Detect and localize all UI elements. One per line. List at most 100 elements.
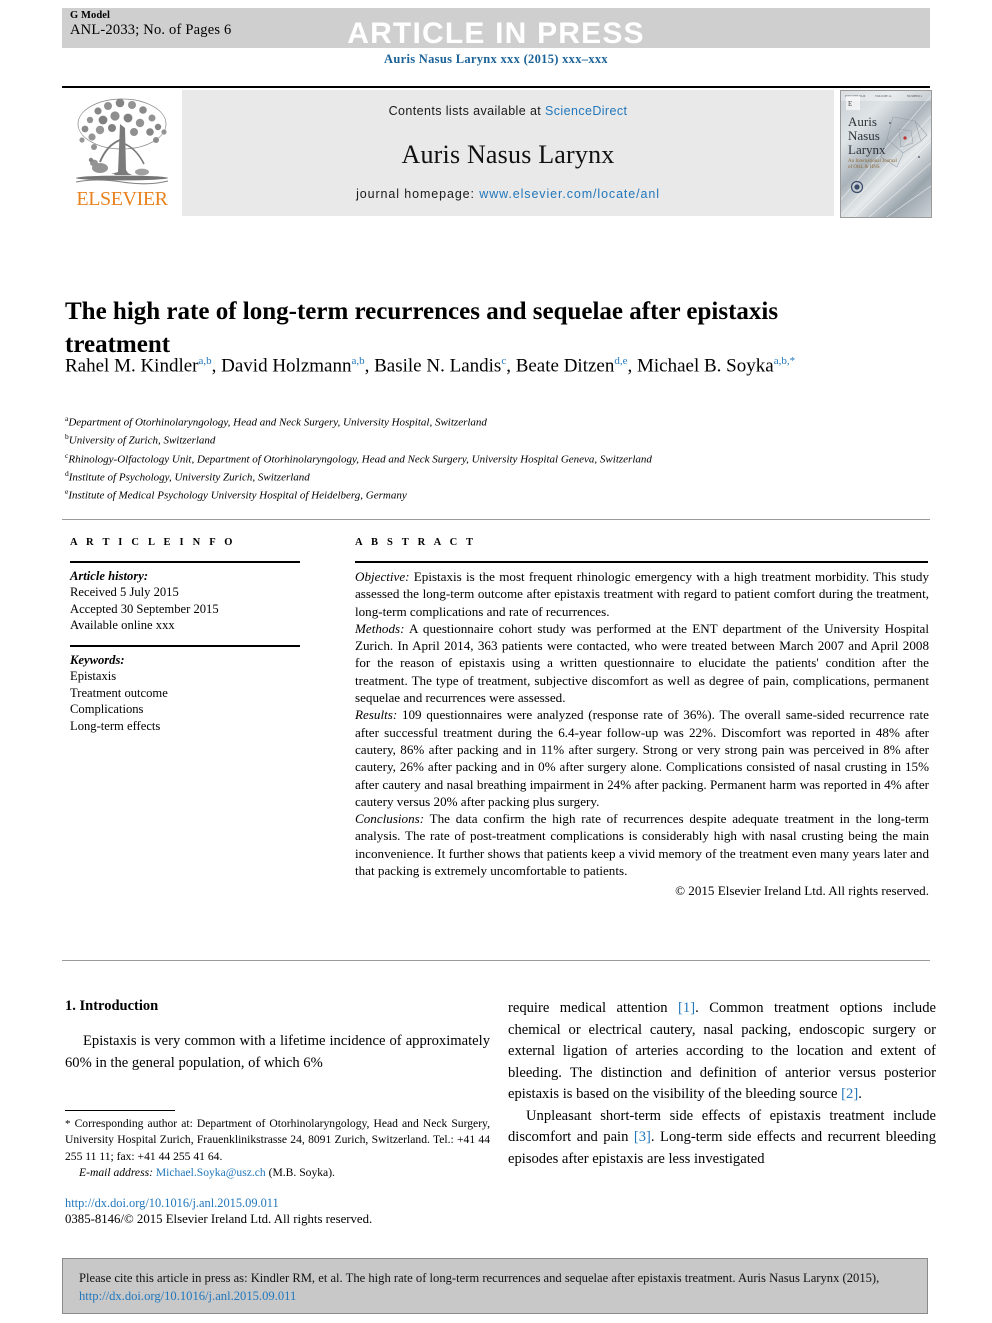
homepage-prefix: journal homepage: <box>356 187 480 201</box>
intro-right-text-c: . <box>858 1086 862 1102</box>
journal-reference: Auris Nasus Larynx xxx (2015) xxx–xxx <box>384 52 608 66</box>
keyword-item: Epistaxis <box>70 669 117 684</box>
body-column-left: 1. Introduction Epistaxis is very common… <box>65 998 490 1074</box>
cite-text: Please cite this article in press as: Ki… <box>79 1270 915 1305</box>
cite-this-article-box: Please cite this article in press as: Ki… <box>62 1258 928 1314</box>
corresponding-author-footnote: * Corresponding author at: Department of… <box>65 1116 490 1182</box>
author-sep: , <box>627 355 633 377</box>
intro-paragraph-left: Epistaxis is very common with a lifetime… <box>65 1033 490 1071</box>
affiliation-item: aDepartment of Otorhinolaryngology, Head… <box>65 412 925 430</box>
abstract-conclusions: Conclusions: The data confirm the high r… <box>355 810 929 879</box>
doi-link[interactable]: http://dx.doi.org/10.1016/j.anl.2015.09.… <box>65 1196 279 1211</box>
article-history-block: Article history: Received 5 July 2015 Ac… <box>70 568 315 634</box>
author-sep: , <box>211 355 222 377</box>
affiliation-text: Institute of Medical Psychology Universi… <box>68 489 407 502</box>
author-name: Beate Ditzen <box>515 355 615 377</box>
author-list: Rahel M. Kindlera,b, David Holzmanna,b, … <box>65 348 865 379</box>
affiliation-item: eInstitute of Medical Psychology Univers… <box>65 485 925 503</box>
sciencedirect-link[interactable]: ScienceDirect <box>545 104 627 118</box>
affiliation-item: cRhinology-Olfactology Unit, Department … <box>65 449 925 467</box>
abstract-heading: A B S T R A C T <box>355 537 477 548</box>
abstract-section-top-rule <box>62 519 930 520</box>
cover-line-2: Nasus <box>848 128 880 143</box>
elsevier-tree-icon <box>75 98 169 185</box>
article-page: ARTICLE IN PRESS G Model ANL-2033; No. o… <box>0 0 992 1323</box>
cite-text-body: Please cite this article in press as: Ki… <box>79 1271 880 1285</box>
g-model-label: G Model <box>70 10 111 21</box>
citation-ref-1[interactable]: [1] <box>678 1000 695 1016</box>
author-sep: , <box>506 355 516 377</box>
masthead-center: Contents lists available at ScienceDirec… <box>182 90 834 216</box>
elsevier-wordmark: ELSEVIER <box>76 188 168 210</box>
author-affil-marker[interactable]: a,b <box>351 355 364 367</box>
journal-title: Auris Nasus Larynx <box>401 140 615 169</box>
abstract-body: Objective: Epistaxis is the most frequen… <box>355 568 929 900</box>
contents-prefix: Contents lists available at <box>388 104 546 118</box>
cover-subtitle: An International Journal of ORL & HNS <box>848 159 897 170</box>
article-info-rule <box>70 561 300 563</box>
history-item: Received 5 July 2015 <box>70 585 179 600</box>
author-name: Basile N. Landis <box>374 355 502 377</box>
abstract-bottom-rule <box>62 960 930 961</box>
journal-masthead: ELSEVIER Contents lists available at Sci… <box>62 90 932 218</box>
author-name: Rahel M. Kindler <box>65 355 199 377</box>
footnote-rule <box>65 1110 175 1111</box>
abstract-results-text: 109 questionnaires were analyzed (respon… <box>355 707 929 809</box>
abstract-conclusions-label: Conclusions: <box>355 811 425 827</box>
affiliation-item: dInstitute of Psychology, University Zur… <box>65 467 925 485</box>
author-sep: , <box>364 355 375 377</box>
keyword-item: Long-term effects <box>70 718 161 733</box>
intro-right-text-a: require medical attention <box>508 1000 679 1016</box>
abstract-methods-label: Methods: <box>355 620 405 636</box>
affiliation-text: Institute of Psychology, University Zuri… <box>68 471 310 484</box>
author-affil-marker[interactable]: a,b,* <box>774 355 795 367</box>
cover-line-3: Larynx <box>848 142 886 157</box>
affiliation-item: bUniversity of Zurich, Switzerland <box>65 430 925 448</box>
history-item: Available online xxx <box>70 618 175 633</box>
svg-text:E: E <box>848 100 852 108</box>
keywords-block: Keywords: Epistaxis Treatment outcome Co… <box>70 652 315 734</box>
abstract-objective-label: Objective: <box>355 569 410 584</box>
article-info-heading: A R T I C L E I N F O <box>70 537 236 548</box>
abstract-methods-text: A questionnaire cohort study was perform… <box>355 620 929 706</box>
keywords-label: Keywords: <box>70 653 125 667</box>
abstract-results-label: Results: <box>355 707 398 723</box>
affiliation-text: University of Zurich, Switzerland <box>68 434 216 447</box>
elsevier-logo: ELSEVIER <box>62 90 180 216</box>
journal-homepage-line: journal homepage: www.elsevier.com/locat… <box>182 187 834 201</box>
journal-cover-thumbnail: ISSN 0385-8146VOLUME xxNUMBER x E <box>840 90 932 218</box>
keyword-item: Treatment outcome <box>70 685 168 700</box>
keywords-rule <box>70 645 300 647</box>
contents-available-line: Contents lists available at ScienceDirec… <box>182 104 834 118</box>
cite-doi-link[interactable]: http://dx.doi.org/10.1016/j.anl.2015.09.… <box>79 1289 296 1303</box>
affiliation-text: Rhinology-Olfactology Unit, Department o… <box>68 453 652 466</box>
abstract-rule <box>355 561 928 563</box>
author-name: Michael B. Soyka <box>637 355 774 377</box>
intro-paragraph-right-2: Unpleasant short-term side effects of ep… <box>508 1106 936 1171</box>
author-affil-marker[interactable]: a,b <box>199 355 212 367</box>
issn-copyright-line: 0385-8146/© 2015 Elsevier Ireland Ltd. A… <box>65 1212 373 1226</box>
intro-paragraph-right-1: require medical attention [1]. Common tr… <box>508 998 936 1106</box>
abstract-objective: Objective: Epistaxis is the most frequen… <box>355 568 929 620</box>
abstract-conclusions-text: The data confirm the high rate of recurr… <box>355 811 929 879</box>
affiliation-text: Department of Otorhinolaryngology, Head … <box>68 416 487 429</box>
abstract-copyright: © 2015 Elsevier Ireland Ltd. All rights … <box>675 883 929 899</box>
article-history-label: Article history: <box>70 569 149 583</box>
citation-ref-2[interactable]: [2] <box>841 1086 858 1102</box>
abstract-objective-text: Epistaxis is the most frequent rhinologi… <box>355 569 929 619</box>
article-id-label: ANL-2033; No. of Pages 6 <box>70 22 232 38</box>
body-column-right: require medical attention [1]. Common tr… <box>508 998 936 1170</box>
email-label: E-mail address: <box>79 1166 153 1180</box>
citation-ref-3[interactable]: [3] <box>634 1129 651 1145</box>
footnote-text: Corresponding author at: Department of O… <box>65 1117 490 1163</box>
section-heading-introduction: 1. Introduction <box>65 998 159 1014</box>
abstract-results: Results: 109 questionnaires were analyze… <box>355 706 929 810</box>
author-name: David Holzmann <box>221 355 352 377</box>
author-affil-marker[interactable]: d,e <box>614 355 627 367</box>
cover-line-1: Auris <box>848 114 877 129</box>
history-item: Accepted 30 September 2015 <box>70 601 219 616</box>
email-link[interactable]: Michael.Soyka@usz.ch <box>156 1166 266 1179</box>
masthead-top-rule <box>62 86 930 88</box>
homepage-link[interactable]: www.elsevier.com/locate/anl <box>479 187 660 201</box>
keyword-item: Complications <box>70 702 144 717</box>
